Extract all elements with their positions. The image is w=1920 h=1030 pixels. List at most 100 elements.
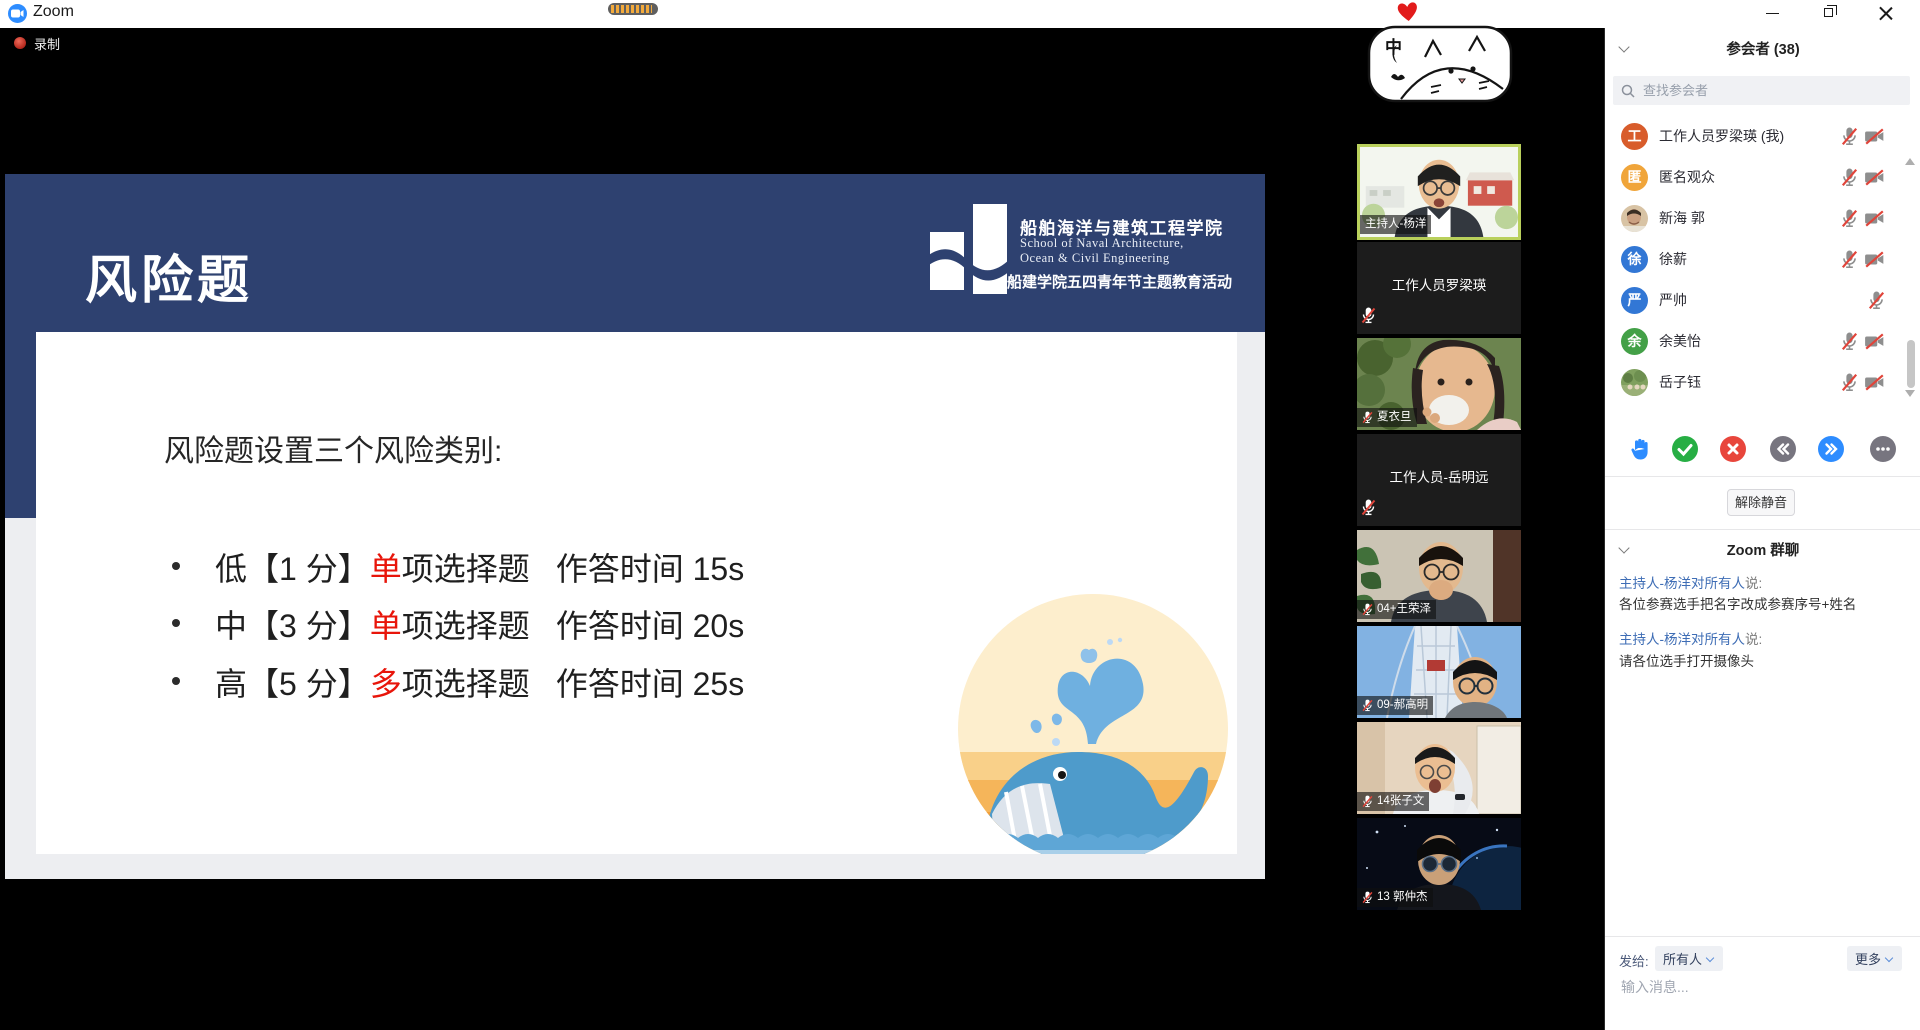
participant-name: 岳子钰: [1659, 362, 1701, 403]
participant-row[interactable]: 余 余美怡: [1605, 321, 1905, 362]
participant-video-name: 13 郭仲杰: [1377, 889, 1428, 906]
chat-message-body: 请各位选手打开摄像头: [1619, 653, 1909, 671]
bullet-dot: [172, 562, 180, 570]
participant-video-name: 夏衣旦: [1377, 409, 1412, 426]
video-name-label: 14张子文: [1357, 792, 1429, 811]
video-name-label: 04+王荣泽: [1357, 600, 1436, 619]
more-label: 更多: [1855, 949, 1881, 968]
slide-left-band: [5, 174, 36, 518]
mic-muted-icon: [1362, 411, 1373, 424]
mic-muted-icon: [1841, 127, 1858, 146]
panel-divider: [1605, 529, 1920, 530]
participant-name: 工作人员罗梁瑛 (我): [1659, 116, 1784, 157]
no-x-button[interactable]: [1720, 436, 1746, 462]
yes-check-button[interactable]: [1672, 436, 1698, 462]
video-tile-no-video-1[interactable]: 工作人员罗梁瑛: [1357, 242, 1521, 334]
app-title: Zoom: [33, 3, 74, 21]
bullet-pre: 中【3 分】: [215, 608, 370, 644]
participant-row[interactable]: 匿 匿名观众: [1605, 157, 1905, 198]
bullet-emphasis: 多: [370, 666, 402, 702]
sticker-char: 中: [1385, 33, 1402, 58]
bullet-time: 作答时间 15s: [556, 551, 745, 587]
event-name: 船建学院五四青年节主题教育活动: [1007, 271, 1247, 292]
bullet-time: 作答时间 20s: [556, 608, 745, 644]
participant-name: 余美怡: [1659, 321, 1701, 362]
bullet-emphasis: 单: [370, 608, 402, 644]
chat-message-header: 主持人-杨洋对所有人说:: [1619, 631, 1909, 649]
school-logo-icon: [925, 202, 1011, 302]
video-off-icon: [1864, 169, 1885, 186]
mic-muted-icon: [1841, 373, 1858, 392]
more-reactions-button[interactable]: [1870, 436, 1896, 462]
shared-screen-slide: 风险题 船舶海洋与建筑工程学院 School of Naval Architec…: [5, 174, 1265, 879]
chat-sender[interactable]: 主持人-杨洋对所有人: [1619, 632, 1745, 647]
search-input[interactable]: [1641, 82, 1881, 99]
video-tile-no-video-2[interactable]: 工作人员-岳明远: [1357, 434, 1521, 526]
chat-input-divider: [1605, 936, 1920, 937]
chat-sender[interactable]: 主持人-杨洋对所有人: [1619, 576, 1745, 591]
send-to-dropdown[interactable]: 所有人: [1655, 946, 1723, 971]
chevron-down-icon: [1886, 955, 1894, 963]
search-icon: [1621, 84, 1635, 98]
chat-message-input[interactable]: [1619, 978, 1904, 996]
participant-video-name: 04+王荣泽: [1377, 601, 1431, 618]
video-tile-host[interactable]: 主持人-杨洋: [1357, 144, 1521, 240]
participant-row[interactable]: 岳子钰: [1605, 362, 1905, 403]
recording-dot-icon: [14, 37, 26, 49]
restore-button[interactable]: [1815, 0, 1845, 26]
video-tile-7[interactable]: 13 郭仲杰: [1357, 818, 1521, 910]
video-tile-4[interactable]: 04+王荣泽: [1357, 530, 1521, 622]
video-tile-6[interactable]: 14张子文: [1357, 722, 1521, 814]
recording-label: 录制: [34, 34, 60, 53]
minimize-button[interactable]: [1758, 0, 1788, 26]
slower-button[interactable]: [1770, 436, 1796, 462]
participant-search[interactable]: [1613, 76, 1910, 105]
bullet-line-high: 高【5 分】多项选择题作答时间 25s: [36, 659, 936, 703]
bullet-post: 项选择题: [402, 551, 530, 587]
participant-row[interactable]: 工 工作人员罗梁瑛 (我): [1605, 116, 1905, 157]
school-name-en2: Ocean & Civil Engineering: [1020, 251, 1250, 266]
video-tile-2[interactable]: 夏衣旦: [1357, 338, 1521, 430]
close-button[interactable]: [1872, 0, 1902, 26]
bullet-post: 项选择题: [402, 666, 530, 702]
unmute-button[interactable]: 解除静音: [1727, 489, 1795, 516]
zoom-camera-icon: [8, 4, 27, 23]
participant-name: 匿名观众: [1659, 157, 1715, 198]
mic-muted-icon: [1361, 307, 1376, 329]
video-tile-5[interactable]: 09-郝高明: [1357, 626, 1521, 718]
raise-hand-button[interactable]: [1627, 436, 1653, 462]
avatar: 严: [1621, 287, 1648, 314]
more-dropdown[interactable]: 更多: [1847, 946, 1902, 971]
participant-video-name: 工作人员-岳明远: [1357, 466, 1521, 486]
mic-muted-icon: [1362, 795, 1373, 808]
video-off-icon: [1864, 128, 1885, 145]
video-off-icon: [1864, 374, 1885, 391]
mic-muted-icon: [1841, 332, 1858, 351]
scroll-up-arrow[interactable]: [1905, 158, 1915, 165]
scrollbar-thumb[interactable]: [1907, 340, 1915, 388]
participant-row[interactable]: 新海 郭: [1605, 198, 1905, 239]
participant-video-name: 09-郝高明: [1377, 697, 1428, 714]
scroll-down-arrow[interactable]: [1905, 390, 1915, 397]
video-off-icon: [1864, 251, 1885, 268]
zoom-app-window: Zoom 录制 风险题 船舶海洋与建筑工程学院 School of Naval …: [0, 0, 1920, 1030]
meeting-side-panel: 参会者 (38) 工 工作人员罗梁瑛 (我) 匿 匿名观众: [1604, 28, 1920, 1030]
participant-row[interactable]: 徐 徐薪: [1605, 239, 1905, 280]
send-to-label: 发给:: [1619, 951, 1649, 970]
chat-says-label: 说:: [1745, 632, 1762, 647]
mic-muted-icon: [1841, 209, 1858, 228]
recording-indicator[interactable]: 录制: [14, 35, 60, 51]
participant-video-name: 14张子文: [1377, 793, 1424, 810]
video-off-icon: [1864, 210, 1885, 227]
chat-message-body: 各位参赛选手把名字改成参赛序号+姓名: [1619, 596, 1909, 614]
participant-name: 严帅: [1659, 280, 1687, 321]
send-to-value: 所有人: [1663, 949, 1702, 968]
participant-row[interactable]: 严 严帅: [1605, 280, 1905, 321]
bullet-dot: [172, 677, 180, 685]
chat-says-label: 说:: [1745, 576, 1762, 591]
participant-video-name: 工作人员罗梁瑛: [1357, 274, 1521, 294]
faster-button[interactable]: [1818, 436, 1844, 462]
bullet-pre: 低【1 分】: [215, 551, 370, 587]
mic-muted-icon: [1362, 891, 1373, 904]
avatar-photo: [1621, 205, 1648, 232]
